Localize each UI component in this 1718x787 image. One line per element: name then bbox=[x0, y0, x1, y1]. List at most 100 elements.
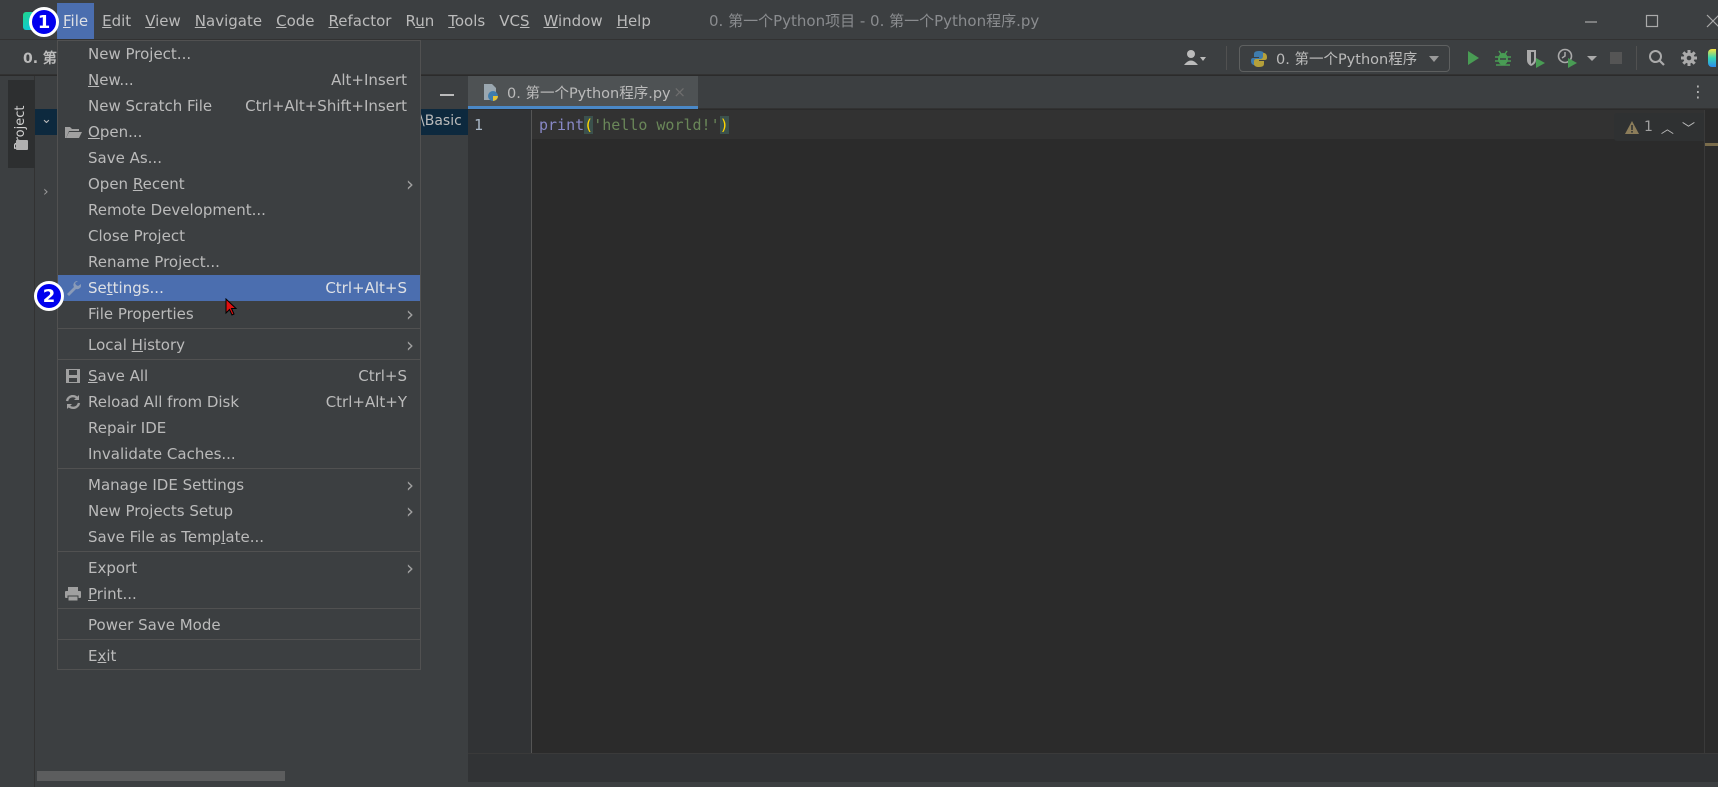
project-path: \Basic bbox=[420, 113, 462, 129]
vertical-scrollbar[interactable] bbox=[1704, 110, 1718, 753]
mn: V bbox=[145, 12, 156, 30]
editor-footer bbox=[468, 753, 1718, 782]
editor-tab[interactable]: 0. 第一个Python程序.py × bbox=[468, 76, 698, 109]
rest: iew bbox=[155, 12, 181, 30]
file-menu-item-new-projects-setup[interactable]: New Projects Setup › bbox=[58, 498, 420, 524]
coverage-button[interactable] bbox=[1524, 46, 1548, 70]
mn: C bbox=[276, 12, 287, 30]
file-menu-item-save-all[interactable]: Save All Ctrl+S bbox=[58, 363, 420, 389]
file-menu-item-repair-ide[interactable]: Repair IDE bbox=[58, 415, 420, 441]
print-icon bbox=[64, 586, 82, 602]
search-button[interactable] bbox=[1645, 46, 1669, 70]
left-tool-strip: Project bbox=[0, 76, 35, 787]
profile-button[interactable] bbox=[1556, 46, 1580, 70]
inspection-widget[interactable]: 1 ︿ ﹀ bbox=[1614, 113, 1710, 141]
file-menu-item-rename-project[interactable]: Rename Project... bbox=[58, 249, 420, 275]
debug-button[interactable] bbox=[1491, 46, 1515, 70]
mn: T bbox=[448, 12, 455, 30]
file-menu-item-new[interactable]: New... Alt+Insert bbox=[58, 67, 420, 93]
save-icon bbox=[64, 368, 82, 384]
file-menu-item-manage-ide-settings[interactable]: Manage IDE Settings › bbox=[58, 472, 420, 498]
file-menu-item-save-file-as-template[interactable]: Save File as Template... bbox=[58, 524, 420, 550]
mn: E bbox=[102, 12, 112, 30]
run-button[interactable] bbox=[1461, 46, 1485, 70]
maximize-icon bbox=[1645, 14, 1659, 28]
file-menu-item-reload-all-from-disk[interactable]: Reload All from Disk Ctrl+Alt+Y bbox=[58, 389, 420, 415]
menu-file[interactable]: File bbox=[57, 3, 95, 39]
profile-dropdown[interactable] bbox=[1580, 46, 1604, 70]
menu-item-shortcut: Ctrl+Alt+Y bbox=[325, 393, 407, 411]
project-breadcrumb[interactable]: 0. 第 bbox=[23, 48, 57, 68]
menu-item-label: Reload All from Disk bbox=[88, 393, 240, 411]
file-menu-item-export[interactable]: Export › bbox=[58, 555, 420, 581]
menu-item-label: File Properties bbox=[88, 305, 194, 323]
status-strip bbox=[35, 782, 1718, 787]
plugin-logo-button[interactable] bbox=[1706, 46, 1718, 70]
minimize-button[interactable] bbox=[1571, 8, 1611, 34]
user-button[interactable] bbox=[1183, 46, 1207, 70]
file-menu-item-power-save-mode[interactable]: Power Save Mode bbox=[58, 612, 420, 638]
chevron-down-icon[interactable]: ⌄ bbox=[41, 112, 52, 127]
menu-item-shortcut: Ctrl+Alt+Shift+Insert bbox=[245, 97, 407, 115]
reload-icon bbox=[64, 394, 82, 410]
file-menu-item-new-project[interactable]: New Project... bbox=[58, 41, 420, 67]
chevron-right-icon: › bbox=[406, 172, 414, 196]
maximize-button[interactable] bbox=[1632, 8, 1672, 34]
close-button[interactable] bbox=[1693, 8, 1718, 34]
file-menu-item-file-properties[interactable]: File Properties › bbox=[58, 301, 420, 327]
menu-window[interactable]: Window bbox=[537, 3, 608, 39]
file-menu-item-close-project[interactable]: Close Project bbox=[58, 223, 420, 249]
hide-panel-icon[interactable] bbox=[440, 94, 454, 96]
profile-icon bbox=[1557, 48, 1577, 68]
rest: n bbox=[424, 12, 435, 30]
menu-edit[interactable]: Edit bbox=[96, 3, 137, 39]
warning-stripe-marker[interactable] bbox=[1705, 143, 1718, 146]
code-editor[interactable]: print('hello world!') bbox=[532, 110, 1704, 753]
project-tool-window-tab[interactable]: Project bbox=[8, 80, 35, 168]
menu-item-label: Remote Development... bbox=[88, 201, 266, 219]
file-menu-item-new-scratch-file[interactable]: New Scratch File Ctrl+Alt+Shift+Insert bbox=[58, 93, 420, 119]
file-menu-item-local-history[interactable]: Local History › bbox=[58, 332, 420, 358]
horizontal-scrollbar[interactable] bbox=[37, 771, 285, 781]
python-icon bbox=[1251, 50, 1267, 67]
python-file-icon bbox=[484, 83, 498, 101]
next-highlight-icon[interactable]: ﹀ bbox=[1682, 118, 1695, 137]
menu-navigate[interactable]: Navigate bbox=[189, 3, 268, 39]
toolbar-separator bbox=[1226, 46, 1227, 70]
menu-run[interactable]: Run bbox=[399, 3, 440, 39]
rest: elp bbox=[627, 12, 651, 30]
file-menu-item-save-as[interactable]: Save As... bbox=[58, 145, 420, 171]
rest: ode bbox=[286, 12, 315, 30]
stop-button[interactable] bbox=[1604, 46, 1628, 70]
mn: S bbox=[519, 12, 530, 30]
close-tab-icon[interactable]: × bbox=[673, 83, 686, 101]
run-configuration-select[interactable]: 0. 第一个Python程序 bbox=[1239, 45, 1450, 72]
previous-highlight-icon[interactable]: ︿ bbox=[1661, 118, 1674, 137]
menu-refactor[interactable]: Refactor bbox=[323, 3, 398, 39]
menu-vcs[interactable]: VCS bbox=[493, 3, 535, 39]
folder-open-icon bbox=[64, 124, 82, 140]
file-menu-item-settings[interactable]: Settings... Ctrl+Alt+S bbox=[58, 275, 420, 301]
rest: efactor bbox=[338, 12, 392, 30]
file-menu-item-remote-development[interactable]: Remote Development... bbox=[58, 197, 420, 223]
file-menu-item-open-recent[interactable]: Open Recent › bbox=[58, 171, 420, 197]
file-menu-item-exit[interactable]: Exit bbox=[58, 643, 420, 669]
file-menu-item-invalidate-caches[interactable]: Invalidate Caches... bbox=[58, 441, 420, 467]
menu-item-label: Save File as Template... bbox=[88, 528, 264, 546]
settings-button[interactable] bbox=[1677, 46, 1701, 70]
menu-item-label: Rename Project... bbox=[88, 253, 220, 271]
file-menu-item-print[interactable]: Print... bbox=[58, 581, 420, 607]
chevron-right-icon: › bbox=[406, 473, 414, 497]
title-bar: File Edit View Navigate Code Refactor Ru… bbox=[0, 0, 1718, 40]
menu-code[interactable]: Code bbox=[270, 3, 320, 39]
mn: u bbox=[415, 12, 425, 30]
menu-help[interactable]: Help bbox=[611, 3, 657, 39]
rest: VC bbox=[499, 12, 520, 30]
file-menu-item-open[interactable]: Open... bbox=[58, 119, 420, 145]
menu-tools[interactable]: Tools bbox=[442, 3, 491, 39]
menu-item-label: New Projects Setup bbox=[88, 502, 234, 520]
line-number-gutter: 1 bbox=[468, 110, 532, 753]
more-options-icon[interactable]: ⋮ bbox=[1690, 82, 1706, 101]
chevron-right-icon[interactable]: › bbox=[43, 184, 49, 200]
menu-view[interactable]: View bbox=[139, 3, 187, 39]
